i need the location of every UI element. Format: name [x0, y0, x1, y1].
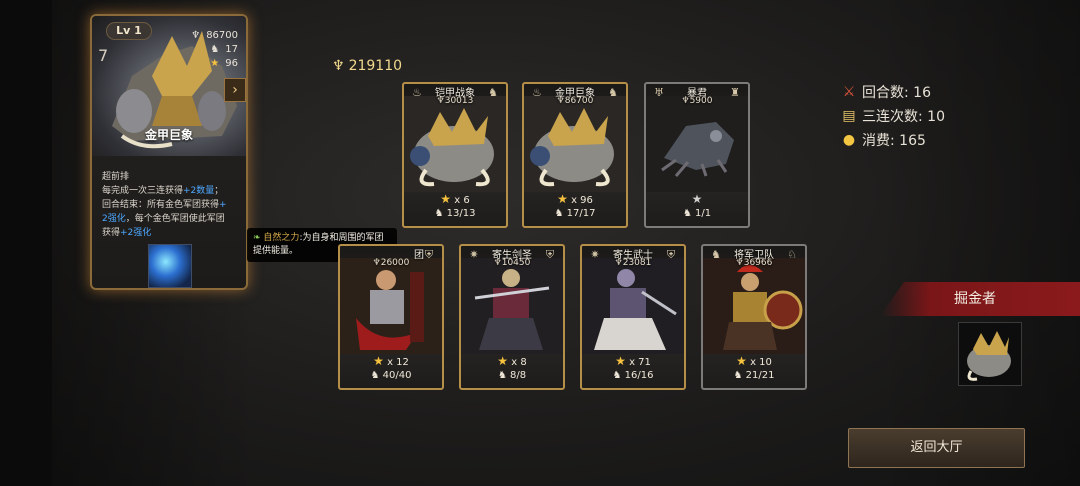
return-lobby-button[interactable]: 返回大厅 [848, 428, 1025, 468]
unit-art [461, 258, 563, 354]
expand-arrow-button[interactable]: › [224, 78, 246, 102]
star-icon: ★ [691, 192, 703, 206]
desc-line: 超前排 [102, 172, 130, 182]
unit-power: ♆26000 [372, 258, 410, 268]
unit-stars: ★ x 10 [736, 354, 772, 368]
battle-stats: ⚔ 回合数: 16 ▤ 三连次数: 10 ● 消费: 165 [840, 80, 1000, 152]
unit-card[interactable]: ♞ ♘ 将军卫队 ♆36966 ★ x 10 ♞ 21/21 [701, 244, 807, 390]
unit-detail-card: Lv 1 7 ♆ 86700 ♞ 17 ★ 96 › 金甲巨象 超前排 每完成一… [90, 14, 248, 290]
unit-cost: 7 [98, 46, 109, 65]
unit-count: ♞ 40/40 [370, 370, 412, 381]
star-icon: ★ [736, 354, 747, 368]
unit-art [703, 258, 805, 354]
power-icon: ♆ [191, 30, 201, 41]
helmet-icon: ♞ [210, 44, 220, 55]
unit-art [524, 96, 626, 192]
unit-art [646, 96, 748, 192]
detail-power-stat: ♆ 86700 [191, 30, 238, 41]
unit-description: 超前排 每完成一次三连获得+2数量； 回合结束：所有金色军团获得+ 2强化，每个… [102, 170, 242, 240]
unit-stars: ★ x 96 [557, 192, 593, 206]
unit-count: ♞ 1/1 [682, 208, 712, 219]
left-black-strip [0, 0, 52, 486]
desc-line: 获得+2强化 [102, 228, 152, 238]
spent-stat: ● 消费: 165 [840, 128, 1000, 152]
unit-stars: ★ [646, 192, 748, 206]
total-power: ♆ 219110 [332, 58, 403, 74]
coin-icon: ● [842, 132, 856, 148]
star-icon: ★ [210, 58, 220, 69]
unit-power: ♆10450 [493, 258, 531, 268]
unit-count: ♞ 17/17 [554, 208, 596, 219]
unit-card[interactable]: ⛨ 团 ♆26000 ★ x 12 ♞ 40/40 [338, 244, 444, 390]
level-badge: Lv 1 [106, 22, 152, 40]
unit-count: ♞ 13/13 [434, 208, 476, 219]
skill-icon[interactable] [148, 244, 192, 288]
unit-power: ♆23081 [614, 258, 652, 268]
unit-art [404, 96, 506, 192]
unit-card[interactable]: ♨ ♞ 金甲巨象 ♆86700 ★ x 96 ♞ 17/17 [522, 82, 628, 228]
scroll-icon: ▤ [842, 108, 856, 124]
star-icon: ★ [497, 354, 509, 368]
unit-card[interactable]: ✷ ⛨ 寄生武士 ♆23081 ★ x 71 ♞ 16/16 [580, 244, 686, 390]
desc-line: 每完成一次三连获得+2数量； [102, 186, 224, 196]
power-icon: ♆ [332, 58, 345, 74]
triples-stat: ▤ 三连次数: 10 [840, 104, 1000, 128]
desc-line: 2强化，每个金色军团使此军团 [102, 214, 225, 224]
detail-attack-stat: ♞ 17 [210, 44, 238, 55]
unit-power: ♆30013 [436, 96, 474, 106]
opponent-name: 掘金者 [954, 291, 996, 307]
leaf-icon: ❧ [253, 233, 261, 243]
unit-stars: ★ x 8 [497, 354, 527, 368]
crossed-swords-icon: ⚔ [842, 84, 856, 100]
unit-power: ♆36966 [735, 258, 773, 268]
detail-unit-name: 金甲巨象 [144, 128, 193, 142]
desc-line: 回合结束：所有金色军团获得+ [102, 200, 227, 210]
unit-stars: ★ x 6 [440, 192, 470, 206]
unit-art [582, 258, 684, 354]
star-icon: ★ [615, 354, 626, 368]
unit-count: ♞ 16/16 [612, 370, 654, 381]
unit-card[interactable]: ♨ ♞ 铠甲战象 ♆30013 ★ x 6 ♞ 13/13 [402, 82, 508, 228]
unit-count: ♞ 21/21 [733, 370, 775, 381]
unit-stars: ★ x 12 [373, 354, 409, 368]
unit-power: ♆86700 [556, 96, 594, 106]
unit-art [340, 258, 442, 354]
rounds-stat: ⚔ 回合数: 16 [840, 80, 1000, 104]
unit-power: ♆5900 [681, 96, 713, 106]
star-icon: ★ [373, 354, 384, 368]
unit-card[interactable]: ♅ ♜ 暴君 ♆5900 ★ ♞ 1/1 [644, 82, 750, 228]
unit-card[interactable]: ✷ ⛨ 寄生剑圣 ♆10450 ★ x 8 ♞ 8/8 [459, 244, 565, 390]
unit-stars: ★ x 71 [615, 354, 651, 368]
opponent-avatar[interactable] [958, 322, 1022, 386]
detail-star-stat: ★ 96 [210, 58, 238, 69]
star-icon: ★ [557, 192, 568, 206]
star-icon: ★ [440, 192, 452, 206]
unit-count: ♞ 8/8 [497, 370, 527, 381]
